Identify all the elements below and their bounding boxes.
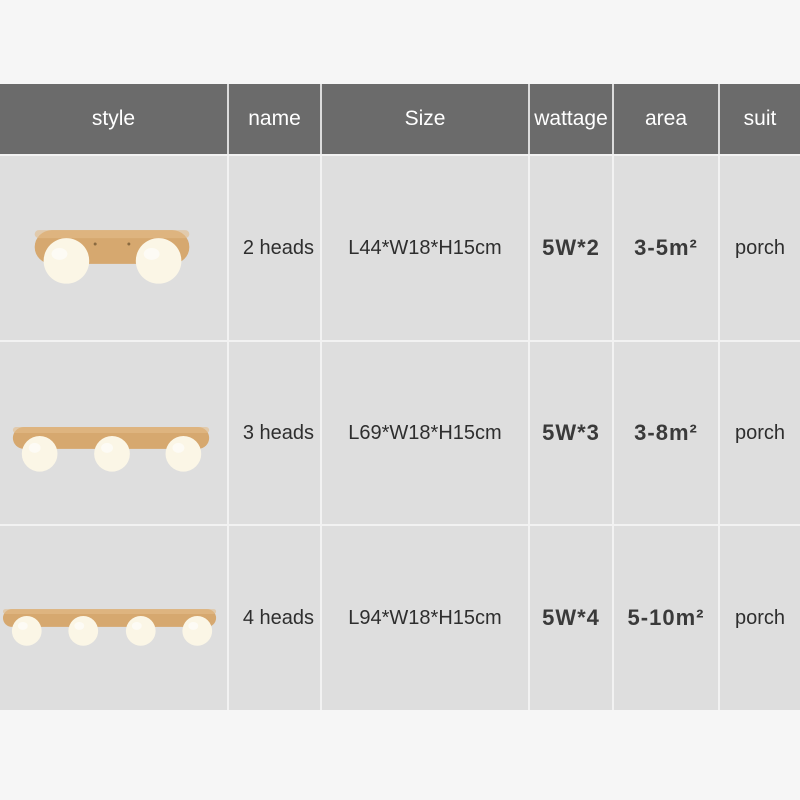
header-area: area xyxy=(614,84,720,154)
row-suit: porch xyxy=(734,236,786,259)
row-size: L94*W18*H15cm xyxy=(322,526,530,710)
header-suit: suit xyxy=(743,107,777,130)
table-row: 2 heads L44*W18*H15cm 5W*2 3-5m² porch xyxy=(0,154,800,340)
row-wattage: 5W*4 xyxy=(530,526,614,710)
row-size: L44*W18*H15cm xyxy=(322,156,530,340)
lamp-3-heads-icon xyxy=(12,427,210,472)
row-name: 4 heads xyxy=(229,526,322,710)
row-wattage: 5W*2 xyxy=(530,156,614,340)
lamp-4-heads-icon xyxy=(2,609,217,646)
table-row: 3 heads L69*W18*H15cm 5W*3 3-8m² porch xyxy=(0,340,800,524)
row-area: 5-10m² xyxy=(614,526,720,710)
row-name: 3 heads xyxy=(229,342,322,524)
row-area: 3-5m² xyxy=(614,156,720,340)
lamp-2-heads-icon xyxy=(34,230,190,284)
lamp-image-4-heads xyxy=(0,526,229,710)
product-spec-table: style name Size wattage area suit 2 head… xyxy=(0,84,800,710)
row-wattage: 5W*3 xyxy=(530,342,614,524)
lamp-image-3-heads xyxy=(0,342,229,524)
row-suit: porch xyxy=(734,421,786,444)
header-style: style xyxy=(0,84,229,154)
header-name: name xyxy=(229,84,322,154)
row-name: 2 heads xyxy=(229,156,322,340)
header-size: Size xyxy=(322,84,530,154)
header-wattage: wattage xyxy=(530,84,614,154)
table-header-row: style name Size wattage area suit xyxy=(0,84,800,154)
row-size: L69*W18*H15cm xyxy=(322,342,530,524)
row-area: 3-8m² xyxy=(614,342,720,524)
table-row: 4 heads L94*W18*H15cm 5W*4 5-10m² porch xyxy=(0,524,800,710)
row-suit: porch xyxy=(734,606,786,629)
lamp-image-2-heads xyxy=(0,156,229,340)
